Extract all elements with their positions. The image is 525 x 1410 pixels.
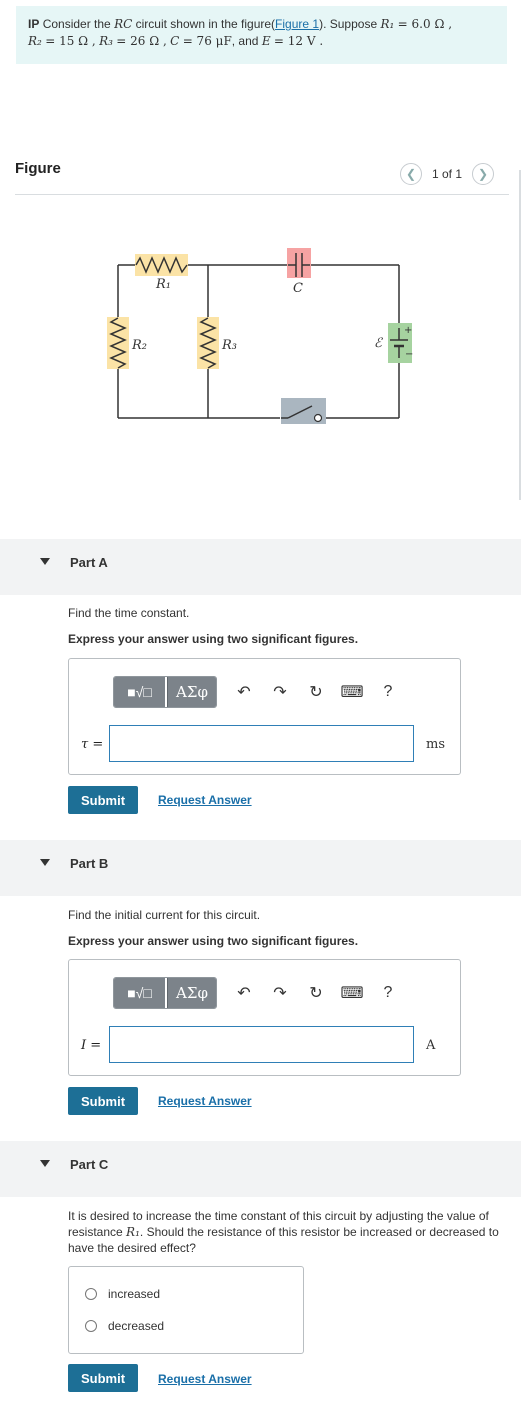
r2-value: = 15 Ω , xyxy=(45,34,96,48)
part-c-submit-button[interactable]: Submit xyxy=(68,1364,138,1392)
e-value: = 12 V . xyxy=(273,34,324,48)
part-c-choices: increased decreased xyxy=(68,1266,304,1354)
r3-label: R₃ xyxy=(221,338,237,353)
toolbar-button-group: ■√□ ΑΣφ xyxy=(113,977,217,1009)
resistor-r2: R₂ xyxy=(107,317,147,369)
choice-decreased[interactable]: decreased xyxy=(85,1319,164,1333)
undo-icon[interactable]: ↶ xyxy=(233,982,255,1004)
collapse-triangle-icon[interactable] xyxy=(40,558,50,565)
r2-label: R₂ xyxy=(131,338,147,353)
part-a-question: Find the time constant. xyxy=(68,606,190,620)
chevron-left-icon[interactable]: ❮ xyxy=(400,163,422,185)
r2-symbol: R₂ xyxy=(28,34,42,48)
r1-label: R₁ xyxy=(155,277,171,292)
figure-link[interactable]: Figure 1 xyxy=(275,17,319,31)
figure-pager: ❮ 1 of 1 ❯ xyxy=(400,162,495,186)
part-b-question: Find the initial current for this circui… xyxy=(68,908,261,922)
rc-symbol: RC xyxy=(114,17,133,31)
instruction-text: Express your answer using two significan… xyxy=(68,632,359,646)
instruction-text: Express your answer using two significan… xyxy=(68,934,359,948)
answer-input[interactable] xyxy=(109,1026,414,1063)
undo-icon[interactable]: ↶ xyxy=(233,681,255,703)
c-value: = 76 μF xyxy=(182,34,232,48)
part-c-question: It is desired to increase the time const… xyxy=(68,1208,513,1256)
divider xyxy=(15,194,509,195)
choice-label: decreased xyxy=(108,1319,165,1333)
answer-variable: τ = xyxy=(81,737,104,752)
collapse-triangle-icon[interactable] xyxy=(40,1160,50,1167)
problem-prefix: IP xyxy=(28,17,40,31)
greek-symbols-button[interactable]: ΑΣφ xyxy=(167,978,216,1008)
r3-symbol: R₃ xyxy=(99,34,113,48)
capacitor-c: C xyxy=(287,248,311,296)
c-symbol: C xyxy=(170,34,180,48)
problem-text: , and xyxy=(231,34,259,48)
part-b-answer-editor: ■√□ ΑΣφ ↶ ↷ ↻ ⌨ ? I = A xyxy=(68,959,461,1076)
plus-label: + xyxy=(404,325,412,336)
part-c-label: Part C xyxy=(70,1157,109,1172)
answer-variable: I = xyxy=(81,1038,102,1053)
math-toolbar: ■√□ ΑΣφ ↶ ↷ ↻ ⌨ ? xyxy=(113,676,399,708)
figure-side-border xyxy=(519,170,521,500)
problem-text: circuit shown in the figure( xyxy=(135,17,276,31)
part-b-label: Part B xyxy=(70,856,109,871)
help-icon[interactable]: ? xyxy=(377,982,399,1004)
minus-label: − xyxy=(405,349,413,360)
c-label: C xyxy=(293,281,303,296)
r1-symbol: R₁ xyxy=(126,1225,140,1239)
part-b-request-answer-link[interactable]: Request Answer xyxy=(158,1094,252,1108)
figure-counter: 1 of 1 xyxy=(432,167,463,181)
switch xyxy=(281,398,326,424)
reset-icon[interactable]: ↻ xyxy=(305,681,327,703)
answer-input[interactable] xyxy=(109,725,414,762)
part-b-instruction: Express your answer using two significan… xyxy=(68,934,358,948)
collapse-triangle-icon[interactable] xyxy=(40,859,50,866)
resistor-r1: R₁ xyxy=(135,254,188,292)
chevron-right-icon[interactable]: ❯ xyxy=(472,163,495,185)
reset-icon[interactable]: ↻ xyxy=(305,982,327,1004)
battery-emf: + − ℰ xyxy=(374,323,413,363)
answer-unit: A xyxy=(426,1038,436,1053)
part-a-instruction: Express your answer using two significan… xyxy=(68,632,358,646)
part-b-submit-button[interactable]: Submit xyxy=(68,1087,138,1115)
help-icon[interactable]: ? xyxy=(377,681,399,703)
redo-icon[interactable]: ↷ xyxy=(269,982,291,1004)
problem-statement: IP Consider the RC circuit shown in the … xyxy=(16,6,507,64)
problem-text: ). Suppose xyxy=(319,17,378,31)
r1-value: = 6.0 Ω , xyxy=(397,17,453,31)
redo-icon[interactable]: ↷ xyxy=(269,681,291,703)
part-a-answer-editor: ■√□ ΑΣφ ↶ ↷ ↻ ⌨ ? τ = ms xyxy=(68,658,461,775)
e-symbol: E xyxy=(261,34,271,48)
choice-increased[interactable]: increased xyxy=(85,1287,160,1301)
greek-symbols-button[interactable]: ΑΣφ xyxy=(167,677,216,707)
radio-button[interactable] xyxy=(85,1288,97,1300)
r1-symbol: R₁ xyxy=(380,17,395,31)
answer-unit: ms xyxy=(426,737,445,752)
answer-row: I = A xyxy=(69,1026,460,1064)
toolbar-button-group: ■√□ ΑΣφ xyxy=(113,676,217,708)
templates-button[interactable]: ■√□ xyxy=(114,677,165,707)
choice-label: increased xyxy=(108,1287,161,1301)
templates-button[interactable]: ■√□ xyxy=(114,978,165,1008)
answer-row: τ = ms xyxy=(69,725,460,763)
part-c-request-answer-link[interactable]: Request Answer xyxy=(158,1372,252,1386)
problem-text: Consider the xyxy=(42,17,111,31)
keyboard-icon[interactable]: ⌨ xyxy=(340,681,363,703)
keyboard-icon[interactable]: ⌨ xyxy=(340,982,363,1004)
circuit-diagram: R₁ C R₂ R₃ + − ℰ xyxy=(107,248,413,424)
resistor-r3: R₃ xyxy=(197,317,237,369)
radio-button[interactable] xyxy=(85,1320,97,1332)
figure-title: Figure xyxy=(15,160,61,177)
r3-value: = 26 Ω , xyxy=(116,34,167,48)
part-a-label: Part A xyxy=(70,555,108,570)
emf-label: ℰ xyxy=(374,336,383,351)
math-toolbar: ■√□ ΑΣφ ↶ ↷ ↻ ⌨ ? xyxy=(113,977,399,1009)
part-a-submit-button[interactable]: Submit xyxy=(68,786,138,814)
part-a-request-answer-link[interactable]: Request Answer xyxy=(158,793,252,807)
